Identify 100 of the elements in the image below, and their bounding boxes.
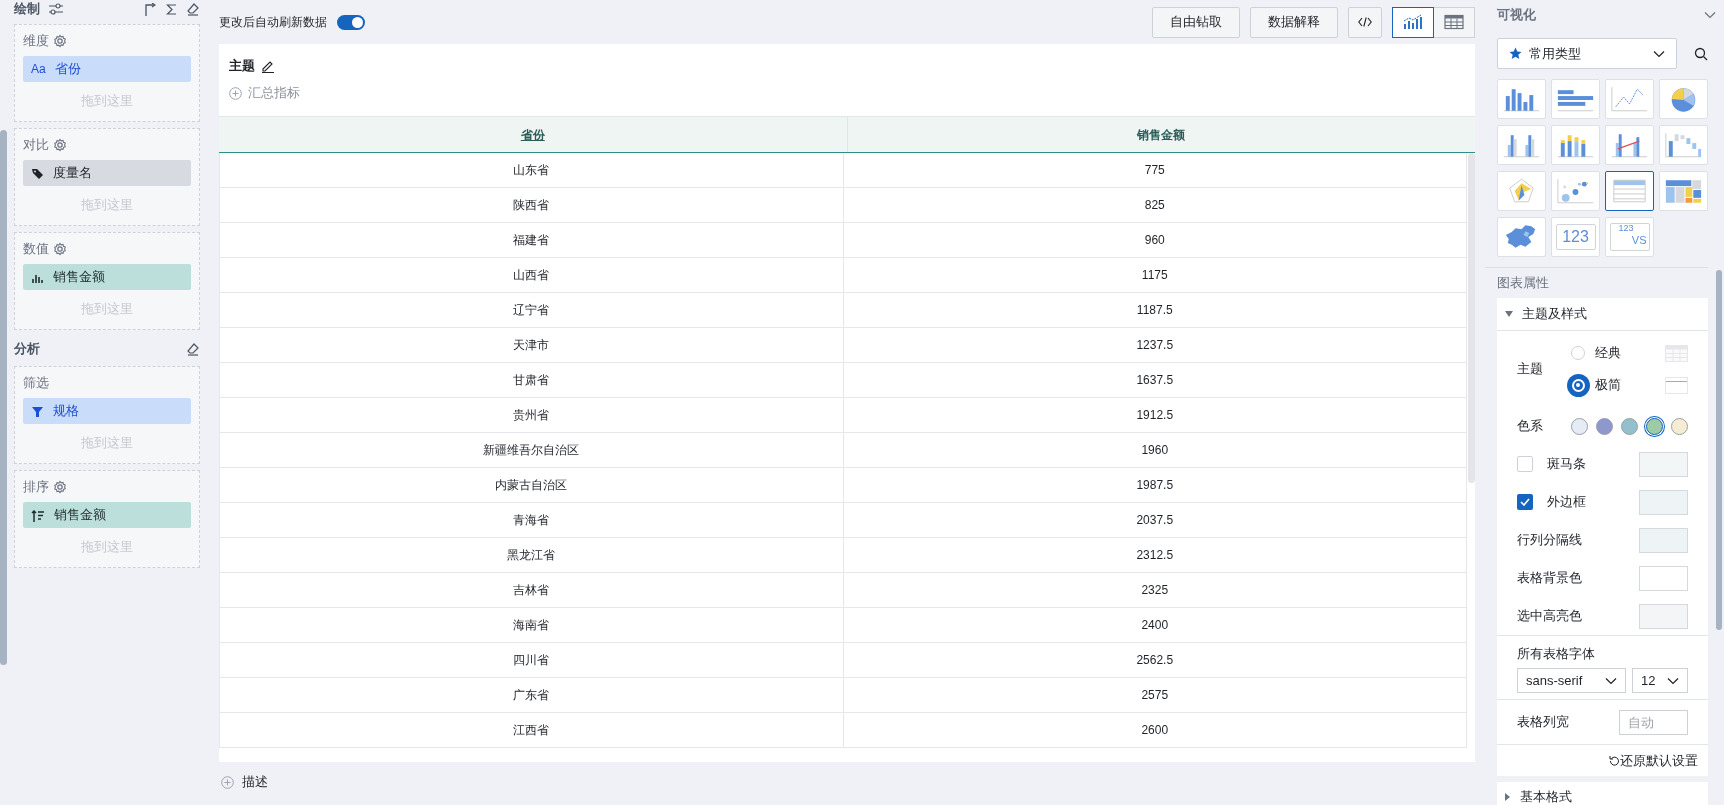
color-picker[interactable] <box>1639 489 1688 515</box>
table-cell-text: 辽宁省 <box>513 302 550 319</box>
table-cell-text: 山西省 <box>513 267 550 284</box>
edit-icon[interactable] <box>261 59 275 73</box>
toolbar-button[interactable]: 自由钻取 <box>1152 6 1240 38</box>
table-cell-text: 2400 <box>1141 617 1169 634</box>
color-swatch[interactable] <box>1621 417 1638 435</box>
field-label: 主题 <box>1517 360 1544 379</box>
text-type-icon: Aa <box>31 63 46 75</box>
table-cell-text: 广东省 <box>513 687 550 704</box>
field-label: 销售金额 <box>54 506 106 525</box>
field-pill[interactable]: Aa 省份 <box>23 56 191 82</box>
search-icon[interactable] <box>1694 46 1708 61</box>
checkbox[interactable] <box>1517 456 1533 472</box>
add-description-link[interactable]: 描述 <box>242 772 268 792</box>
input-field[interactable]: 自动 <box>1619 709 1688 735</box>
field-label: 度量名 <box>53 164 92 183</box>
option-label: 行列分隔线 <box>1517 531 1583 550</box>
section-header[interactable]: 基本格式 <box>1497 782 1708 805</box>
settings-icon[interactable] <box>53 34 67 48</box>
table-icon <box>1444 14 1464 30</box>
chevron-down-icon[interactable] <box>1704 11 1716 19</box>
sort-icon <box>31 508 45 522</box>
table-cell-text: 内蒙古自治区 <box>495 477 568 494</box>
table-cell-text: 四川省 <box>513 652 550 669</box>
table-cell-text: 2600 <box>1141 722 1169 739</box>
add-icon[interactable] <box>221 775 234 789</box>
chart-type-button[interactable] <box>1605 171 1654 211</box>
chart-type-button[interactable]: 123 VS <box>1605 217 1654 257</box>
code-button[interactable] <box>1348 6 1382 38</box>
table-cell-text: 1187.5 <box>1136 302 1173 319</box>
add-icon[interactable] <box>229 86 242 100</box>
table-cell-text: 吉林省 <box>513 582 550 599</box>
table-style-icon <box>1665 376 1688 394</box>
table-cell-text: 960 <box>1144 232 1165 249</box>
field-label: 所有表格字体 <box>1517 645 1596 663</box>
color-swatch[interactable] <box>1646 417 1663 435</box>
panel-title: 图表属性 <box>1497 274 1550 293</box>
color-picker[interactable] <box>1639 451 1688 477</box>
eraser-icon[interactable] <box>186 342 200 356</box>
settings-icon[interactable] <box>53 138 67 152</box>
chevron-down-icon <box>1667 676 1679 685</box>
field-label: 规格 <box>53 402 79 421</box>
scrollbar[interactable] <box>1716 270 1722 630</box>
field-pill[interactable]: 规格 <box>23 398 191 424</box>
field-pill[interactable]: 销售金额 <box>23 502 191 528</box>
view-toggle[interactable] <box>1392 6 1434 38</box>
corner-arrow-icon[interactable] <box>144 2 156 16</box>
color-picker[interactable] <box>1639 565 1688 591</box>
field-label: 省份 <box>54 60 81 79</box>
sliders-icon[interactable] <box>48 2 64 16</box>
sigma-icon[interactable] <box>166 2 177 16</box>
check-icon <box>1520 498 1530 506</box>
column-header[interactable]: 销售金额 <box>1137 125 1186 144</box>
select-field[interactable]: sans-serif <box>1517 668 1627 693</box>
table-cell-text: 1237.5 <box>1136 337 1174 354</box>
field-pill[interactable]: 销售金额 <box>23 264 191 290</box>
table-cell-text: 2575 <box>1141 687 1169 704</box>
settings-icon[interactable] <box>53 242 67 256</box>
column-header[interactable]: 省份 <box>520 125 545 144</box>
select-field[interactable]: 12 <box>1632 668 1688 693</box>
panel-title: 可视化 <box>1497 6 1536 25</box>
scrollbar[interactable] <box>0 130 7 665</box>
table-cell-text: 甘肃省 <box>513 372 550 389</box>
field-label: 色系 <box>1517 417 1544 436</box>
toolbar-button[interactable]: 数据解释 <box>1250 6 1338 38</box>
color-swatch[interactable] <box>1596 417 1613 435</box>
eraser-icon[interactable] <box>186 2 200 16</box>
section-header[interactable]: 主题及样式 <box>1497 298 1708 331</box>
table-cell-text: 2325 <box>1141 582 1169 599</box>
field-label: 表格列宽 <box>1517 713 1570 732</box>
option-label: 外边框 <box>1547 493 1587 512</box>
table-cell-text: 福建省 <box>513 232 550 249</box>
settings-icon[interactable] <box>53 480 67 494</box>
chart-type-dropdown[interactable]: 常用类型 <box>1497 38 1677 69</box>
section-title: 绘制 <box>14 0 40 19</box>
table-cell-text: 2037.5 <box>1136 512 1174 529</box>
chart-icon <box>1403 14 1423 30</box>
color-picker[interactable] <box>1639 527 1688 553</box>
checkbox[interactable] <box>1517 494 1533 510</box>
group-label: 数值 <box>23 240 49 259</box>
table-cell-text: 1987.5 <box>1136 477 1174 494</box>
color-swatch[interactable] <box>1571 417 1588 435</box>
chart-title[interactable]: 主题 <box>229 56 255 76</box>
color-swatch[interactable] <box>1671 417 1688 435</box>
table-cell-text: 新疆维吾尔自治区 <box>483 442 580 459</box>
table-style-icon <box>1665 344 1688 362</box>
radio-button[interactable] <box>1571 346 1585 360</box>
caret-icon <box>1505 793 1511 801</box>
scrollbar[interactable] <box>1468 153 1475 483</box>
group-label: 维度 <box>23 32 49 51</box>
radio-button[interactable] <box>1566 373 1590 397</box>
caret-icon <box>1505 311 1513 317</box>
table-cell-text: 山东省 <box>513 162 550 179</box>
color-picker[interactable] <box>1639 603 1688 629</box>
reset-button[interactable]: 还原默认设置 <box>1609 750 1698 771</box>
field-pill[interactable]: 度量名 <box>23 160 191 186</box>
reset-icon <box>1609 755 1620 766</box>
toggle-switch[interactable] <box>337 14 365 30</box>
table-cell-text: 贵州省 <box>513 407 550 424</box>
